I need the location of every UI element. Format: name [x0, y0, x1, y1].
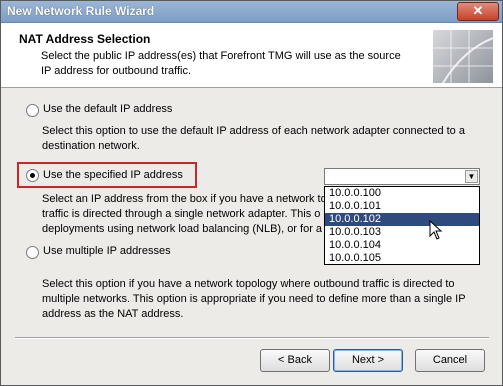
ip-option[interactable]: 10.0.0.103: [325, 226, 479, 239]
specified-desc-line: traffic is directed through a single net…: [42, 208, 321, 220]
specified-desc-line: deployments using network load balancing…: [42, 223, 327, 235]
specified-ip-radio[interactable]: [26, 169, 39, 182]
ip-option[interactable]: 10.0.0.105: [325, 252, 479, 264]
back-button[interactable]: < Back: [260, 349, 330, 372]
multiple-ip-description: Select this option if you have a network…: [42, 278, 466, 320]
ip-address-dropdown-list: 10.0.0.100 10.0.0.101 10.0.0.102 10.0.0.…: [324, 186, 480, 265]
multiple-ip-radio[interactable]: [26, 246, 39, 259]
ip-option-highlighted[interactable]: 10.0.0.102: [325, 213, 479, 226]
specified-ip-description: Select an IP address from the box if you…: [42, 192, 327, 237]
page-title: NAT Address Selection: [19, 32, 151, 46]
ip-option[interactable]: 10.0.0.101: [325, 200, 479, 213]
default-ip-description: Select this option to use the default IP…: [42, 125, 465, 152]
wizard-logo-graphic: [433, 30, 494, 84]
next-button[interactable]: Next >: [333, 349, 403, 372]
wizard-window: New Network Rule Wizard ✕ NAT Address Se…: [0, 0, 503, 386]
mouse-cursor-icon: [429, 220, 443, 240]
wizard-logo: [433, 30, 494, 84]
wizard-header: NAT Address Selection Select the public …: [1, 23, 502, 88]
multiple-ip-label[interactable]: Use multiple IP addresses: [43, 245, 171, 257]
footer-divider: [15, 337, 489, 339]
close-button[interactable]: ✕: [457, 2, 499, 21]
specified-desc-line: Select an IP address from the box if you…: [42, 193, 327, 205]
page-description: Select the public IP address(es) that Fo…: [41, 50, 401, 77]
default-ip-label[interactable]: Use the default IP address: [43, 103, 172, 115]
ip-option[interactable]: 10.0.0.104: [325, 239, 479, 252]
radio-selected-dot: [30, 173, 35, 178]
specified-ip-label[interactable]: Use the specified IP address: [43, 169, 183, 181]
title-bar: New Network Rule Wizard ✕: [1, 1, 502, 23]
chevron-down-icon[interactable]: ▼: [465, 170, 478, 183]
window-title: New Network Rule Wizard: [7, 4, 155, 18]
cancel-button[interactable]: Cancel: [415, 349, 485, 372]
ip-option[interactable]: 10.0.0.100: [325, 187, 479, 200]
ip-address-combobox[interactable]: ▼: [324, 168, 480, 185]
default-ip-radio[interactable]: [26, 104, 39, 117]
